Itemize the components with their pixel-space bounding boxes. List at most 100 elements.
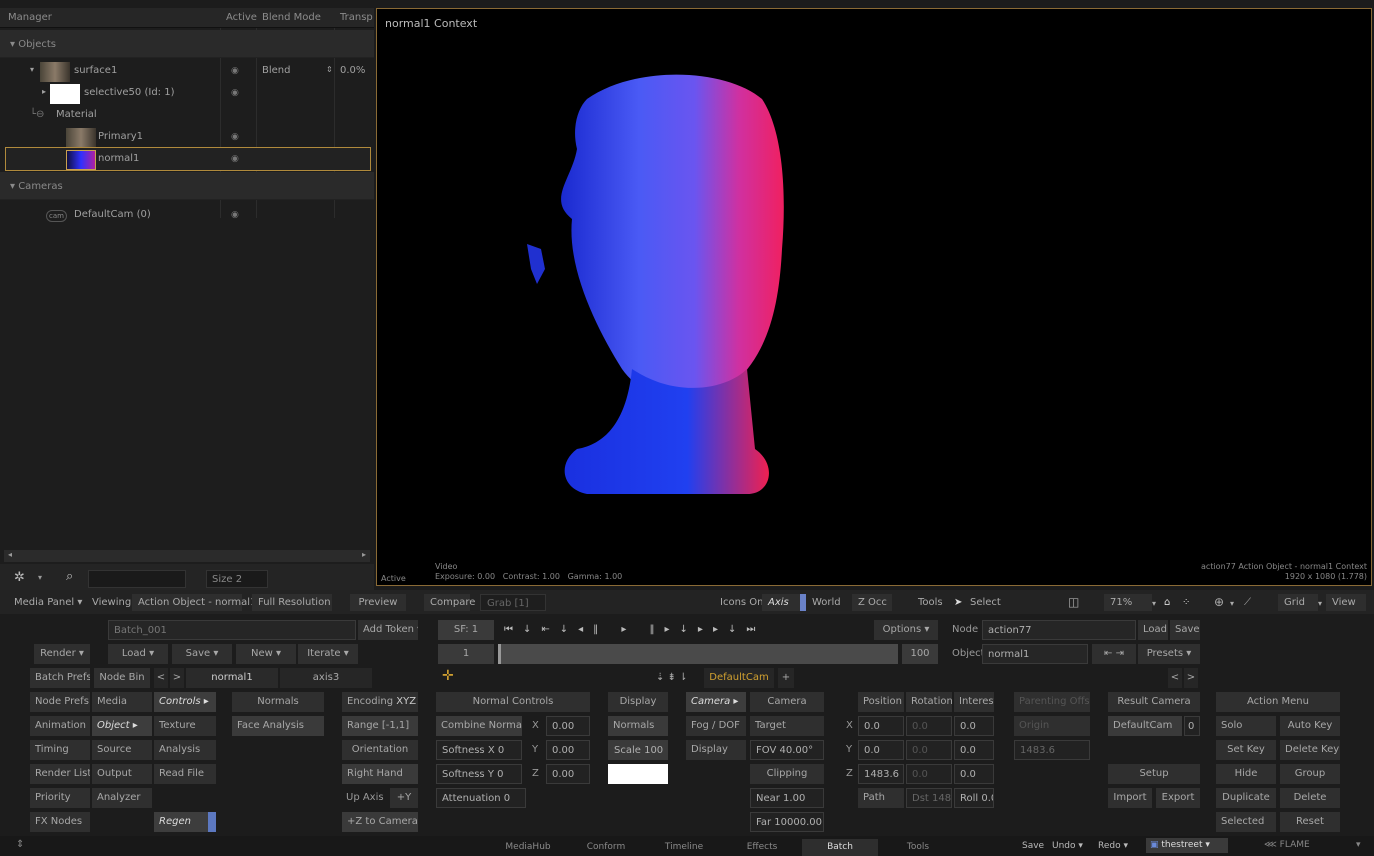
range-button[interactable]: Range [-1,1] — [342, 716, 418, 736]
eye-icon[interactable]: ◉ — [231, 210, 241, 220]
regen-toggle[interactable]: Regen — [154, 812, 216, 832]
result-index-field[interactable]: 0 — [1184, 716, 1200, 736]
header-blend-mode[interactable]: Blend Mode — [262, 12, 321, 23]
home-icon[interactable]: ⌂ — [1158, 594, 1176, 611]
surface-blend[interactable]: Blend — [262, 65, 290, 76]
node-load-button[interactable]: Load — [1138, 620, 1168, 640]
tree-row-primary[interactable]: Primary1 ◉ — [0, 126, 374, 148]
target-button[interactable]: Target — [750, 716, 824, 736]
eyedropper-icon[interactable]: ⟋ — [1238, 594, 1257, 611]
end-frame-field[interactable]: 100 — [902, 644, 938, 664]
key-nav-buttons[interactable]: ⇤ ⇥ — [1092, 644, 1136, 664]
expand-icon[interactable]: ⇕ — [16, 839, 24, 850]
compare-button[interactable]: Compare — [424, 594, 475, 611]
frame-field[interactable]: 1 — [438, 644, 494, 664]
tab-defaultcam[interactable]: DefaultCam — [704, 668, 774, 688]
media-panel-button[interactable]: Media Panel ▾ — [8, 594, 88, 611]
selected-button[interactable]: Selected — [1216, 812, 1276, 832]
position-z-field[interactable]: 1483.6 — [858, 764, 904, 784]
header-active[interactable]: Active — [226, 12, 257, 23]
tree-row-normal[interactable]: normal1 ◉ — [5, 147, 371, 171]
add-tab-icon[interactable]: + — [778, 668, 794, 688]
controls-button[interactable]: Controls ▸ — [154, 692, 216, 712]
read-file-button[interactable]: Read File — [154, 764, 216, 784]
grab-button[interactable]: Grab [1] — [480, 594, 546, 611]
tab-conform[interactable]: Conform — [568, 839, 644, 856]
manager-scrollbar[interactable]: ◂ ▸ — [4, 550, 370, 562]
encoding-dropdown[interactable]: Encoding XYZ — [342, 692, 418, 712]
scroll-left-icon[interactable]: ◂ — [8, 550, 12, 559]
scale-field[interactable]: Scale 100 — [608, 740, 668, 760]
save-label[interactable]: Save — [1022, 841, 1044, 851]
layout-icon[interactable]: ◫ — [1062, 592, 1085, 609]
presets-dropdown[interactable]: Presets ▾ — [1138, 644, 1200, 664]
animation-button[interactable]: Animation — [30, 716, 90, 736]
far-field[interactable]: Far 10000.00 — [750, 812, 824, 832]
transport-controls[interactable]: ⏮↓⇤↓◂‖ ▸ ‖▸↓▸▸↓⏭ — [504, 624, 765, 635]
tab-batch[interactable]: Batch — [802, 839, 878, 856]
tab-timeline[interactable]: Timeline — [646, 839, 722, 856]
sf-field[interactable]: SF: 1 — [438, 620, 494, 640]
prev-tab-icon[interactable]: < — [154, 668, 168, 688]
position-y-field[interactable]: 0.0 — [858, 740, 904, 760]
eye-icon[interactable]: ◉ — [231, 88, 241, 98]
tab-mediahub[interactable]: MediaHub — [490, 839, 566, 856]
user-dropdown[interactable]: ▣ thestreet ▾ — [1146, 838, 1228, 853]
iterate-button[interactable]: Iterate ▾ — [298, 644, 358, 664]
tab-effects[interactable]: Effects — [724, 839, 800, 856]
load-button[interactable]: Load ▾ — [108, 644, 168, 664]
priority-button[interactable]: Priority — [30, 788, 90, 808]
position-header[interactable]: Position — [858, 692, 904, 712]
z-to-camera-button[interactable]: +Z to Camera — [342, 812, 418, 832]
view-button[interactable]: View — [1326, 594, 1366, 611]
viewport[interactable]: normal1 Context Active Video Exposure: 0… — [376, 8, 1372, 586]
full-resolution-button[interactable]: Full Resolution — [252, 594, 332, 611]
timing-button[interactable]: Timing — [30, 740, 90, 760]
path-button[interactable]: Path — [858, 788, 904, 808]
color-swatch[interactable] — [608, 764, 668, 784]
object-field[interactable]: normal1 — [982, 644, 1088, 664]
solo-button[interactable]: Solo — [1216, 716, 1276, 736]
display-button[interactable]: Display — [686, 740, 746, 760]
camera-nav-icons[interactable]: ⇣ ⇟ ⇂ — [656, 672, 688, 683]
group-button[interactable]: Group — [1280, 764, 1340, 784]
object-button[interactable]: Object ▸ — [92, 716, 152, 736]
media-button[interactable]: Media — [92, 692, 152, 712]
chevron-down-icon[interactable]: ▾ — [1356, 840, 1361, 850]
camera-menu-button[interactable]: Camera ▸ — [686, 692, 746, 712]
roll-field[interactable]: Roll 0.00 — [954, 788, 994, 808]
timeline-scrubber[interactable] — [498, 644, 898, 664]
gear-icon[interactable]: ✲ — [14, 570, 25, 585]
y-value-field[interactable]: 0.00 — [546, 740, 590, 760]
import-button[interactable]: Import — [1108, 788, 1152, 808]
sun-icon[interactable]: ✛ — [442, 668, 454, 684]
softness-y-field[interactable]: Softness Y 0 — [436, 764, 522, 784]
undo-button[interactable]: Undo ▾ — [1052, 841, 1083, 851]
header-transp[interactable]: Transp — [340, 12, 373, 23]
position-x-field[interactable]: 0.0 — [858, 716, 904, 736]
fov-field[interactable]: FOV 40.00° — [750, 740, 824, 760]
select-tool[interactable]: Select — [964, 594, 1007, 611]
origin-value-field[interactable]: 1483.6 — [1014, 740, 1090, 760]
near-field[interactable]: Near 1.00 — [750, 788, 824, 808]
expand-arrow-icon[interactable]: ▾ — [30, 65, 34, 74]
batch-name-field[interactable]: Batch_001 — [108, 620, 356, 640]
eye-icon[interactable]: ◉ — [231, 132, 241, 142]
interest-header[interactable]: Interest — [954, 692, 994, 712]
source-button[interactable]: Source — [92, 740, 152, 760]
analyzer-button[interactable]: Analyzer — [92, 788, 152, 808]
objects-group[interactable]: ▾ Objects — [0, 30, 374, 58]
face-analysis-button[interactable]: Face Analysis — [232, 716, 324, 736]
hide-button[interactable]: Hide — [1216, 764, 1276, 784]
rotation-header[interactable]: Rotation — [906, 692, 952, 712]
cameras-group[interactable]: ▾ Cameras — [0, 172, 374, 200]
options-dropdown[interactable]: Options ▾ — [874, 620, 938, 640]
tree-row-surface[interactable]: ▾ surface1 ◉ Blend ⇕ 0.0% — [0, 60, 374, 82]
playhead[interactable] — [498, 644, 501, 664]
redo-button[interactable]: Redo ▾ — [1098, 841, 1128, 851]
next-tab-icon[interactable]: > — [170, 668, 184, 688]
rotation-y-field[interactable]: 0.0 — [906, 740, 952, 760]
duplicate-button[interactable]: Duplicate — [1216, 788, 1276, 808]
set-key-button[interactable]: Set Key — [1216, 740, 1276, 760]
texture-button[interactable]: Texture — [154, 716, 216, 736]
